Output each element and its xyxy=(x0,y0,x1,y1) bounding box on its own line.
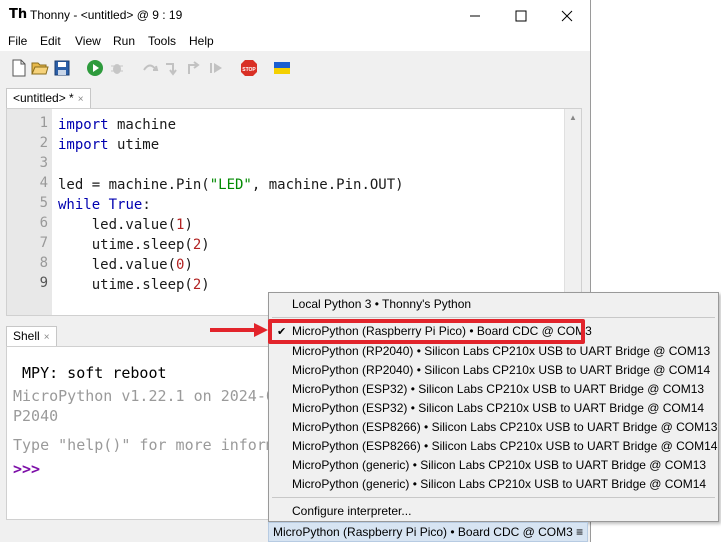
toolbar: STOP xyxy=(0,53,590,83)
interpreter-option-label: MicroPython (ESP8266) • Silicon Labs CP2… xyxy=(292,439,718,453)
menu-help[interactable]: Help xyxy=(189,34,214,48)
interpreter-option[interactable]: MicroPython (RP2040) • Silicon Labs CP21… xyxy=(269,361,718,380)
resume-icon[interactable] xyxy=(207,59,225,77)
editor-scrollbar[interactable]: ▲ xyxy=(564,109,581,315)
maximize-icon xyxy=(515,10,527,22)
shell-line: MPY: soft reboot xyxy=(13,364,167,382)
interpreter-option[interactable]: MicroPython (RP2040) • Silicon Labs CP21… xyxy=(269,342,718,361)
menu-tools[interactable]: Tools xyxy=(148,34,176,48)
close-window-button[interactable] xyxy=(544,0,590,31)
code-line: import utime xyxy=(58,137,160,153)
interpreter-option[interactable]: MicroPython (ESP32) • Silicon Labs CP210… xyxy=(269,380,718,399)
line-number-gutter: 1 2 3 4 5 6 7 8 9 xyxy=(7,109,52,315)
interpreter-option-label: MicroPython (generic) • Silicon Labs CP2… xyxy=(292,458,707,472)
close-icon xyxy=(561,10,573,22)
code-editor[interactable]: 1 2 3 4 5 6 7 8 9 import machine import u… xyxy=(6,108,582,316)
tab-close-icon[interactable]: × xyxy=(78,94,84,105)
line-number: 9 xyxy=(39,275,48,291)
tab-untitled[interactable]: <untitled> * × xyxy=(6,88,91,108)
code-line: led = machine.Pin("LED", machine.Pin.OUT… xyxy=(58,177,404,193)
code-line: while True: xyxy=(58,197,151,213)
line-number: 3 xyxy=(39,155,48,171)
save-icon[interactable] xyxy=(53,59,71,77)
shell-tab-label: Shell xyxy=(13,329,40,343)
scroll-up-icon[interactable]: ▲ xyxy=(569,113,577,122)
code-line: import machine xyxy=(58,117,177,133)
shell-prompt: >>> xyxy=(13,460,41,478)
code-line: utime.sleep(2) xyxy=(58,237,210,253)
run-icon[interactable] xyxy=(86,59,104,77)
line-number: 1 xyxy=(39,115,48,131)
shell-line: P2040 xyxy=(13,407,59,425)
step-into-icon[interactable] xyxy=(163,59,181,77)
line-number: 5 xyxy=(39,195,48,211)
menu-separator xyxy=(272,497,715,498)
tab-label: <untitled> * xyxy=(13,91,74,105)
step-out-icon[interactable] xyxy=(185,59,203,77)
line-number: 8 xyxy=(39,255,48,271)
stop-icon[interactable]: STOP xyxy=(240,59,258,77)
maximize-button[interactable] xyxy=(498,0,544,31)
interpreter-option-label: MicroPython (generic) • Silicon Labs CP2… xyxy=(292,477,707,491)
step-over-icon[interactable] xyxy=(141,59,159,77)
thonny-logo-icon: Th xyxy=(9,7,28,22)
title-bar: Th Thonny - <untitled> @ 9 : 19 xyxy=(0,0,590,31)
window-title: Thonny - <untitled> @ 9 : 19 xyxy=(30,8,183,22)
svg-text:STOP: STOP xyxy=(242,67,256,73)
interpreter-option-label: MicroPython (RP2040) • Silicon Labs CP21… xyxy=(292,363,711,377)
interpreter-status-button[interactable]: MicroPython (Raspberry Pi Pico) • Board … xyxy=(268,522,589,542)
configure-interpreter-option[interactable]: Configure interpreter... xyxy=(269,502,718,521)
minimize-button[interactable] xyxy=(452,0,498,31)
menu-bar: File Edit View Run Tools Help xyxy=(0,31,590,51)
debug-icon[interactable] xyxy=(108,59,126,77)
ukraine-flag-icon[interactable] xyxy=(273,59,291,77)
new-file-icon[interactable] xyxy=(10,59,28,77)
menu-file[interactable]: File xyxy=(8,34,27,48)
tab-shell[interactable]: Shell × xyxy=(6,326,57,346)
interpreter-option[interactable]: MicroPython (generic) • Silicon Labs CP2… xyxy=(269,475,718,494)
code-line: led.value(1) xyxy=(58,217,193,233)
shell-line: MicroPython v1.22.1 on 2024-0 xyxy=(13,387,275,405)
selection-highlight-box xyxy=(268,319,585,344)
line-number: 4 xyxy=(39,175,48,191)
minimize-icon xyxy=(470,15,480,17)
line-number: 2 xyxy=(39,135,48,151)
open-file-icon[interactable] xyxy=(31,59,49,77)
interpreter-option-label: MicroPython (ESP8266) • Silicon Labs CP2… xyxy=(292,420,718,434)
editor-tab-bar: <untitled> * × xyxy=(0,84,590,108)
interpreter-option[interactable]: Local Python 3 • Thonny's Python xyxy=(269,295,718,314)
annotation-arrow-icon xyxy=(210,323,268,337)
menu-separator xyxy=(272,317,715,318)
interpreter-option[interactable]: MicroPython (ESP32) • Silicon Labs CP210… xyxy=(269,399,718,418)
interpreter-option[interactable]: MicroPython (generic) • Silicon Labs CP2… xyxy=(269,456,718,475)
code-line: led.value(0) xyxy=(58,257,193,273)
interpreter-option-label: MicroPython (RP2040) • Silicon Labs CP21… xyxy=(292,344,711,358)
shell-line: Type "help()" for more inform xyxy=(13,436,275,454)
interpreter-option-label: Configure interpreter... xyxy=(292,504,412,518)
line-number: 7 xyxy=(39,235,48,251)
line-number: 6 xyxy=(39,215,48,231)
interpreter-option-label: MicroPython (ESP32) • Silicon Labs CP210… xyxy=(292,401,705,415)
menu-edit[interactable]: Edit xyxy=(40,34,61,48)
interpreter-option[interactable]: MicroPython (ESP8266) • Silicon Labs CP2… xyxy=(269,418,718,437)
interpreter-option[interactable]: MicroPython (ESP8266) • Silicon Labs CP2… xyxy=(269,437,718,456)
menu-run[interactable]: Run xyxy=(113,34,135,48)
code-line: utime.sleep(2) xyxy=(58,277,210,293)
shell-tab-close-icon[interactable]: × xyxy=(44,332,50,343)
interpreter-option-label: MicroPython (ESP32) • Silicon Labs CP210… xyxy=(292,382,705,396)
menu-view[interactable]: View xyxy=(75,34,101,48)
interpreter-option-label: Local Python 3 • Thonny's Python xyxy=(292,297,472,311)
